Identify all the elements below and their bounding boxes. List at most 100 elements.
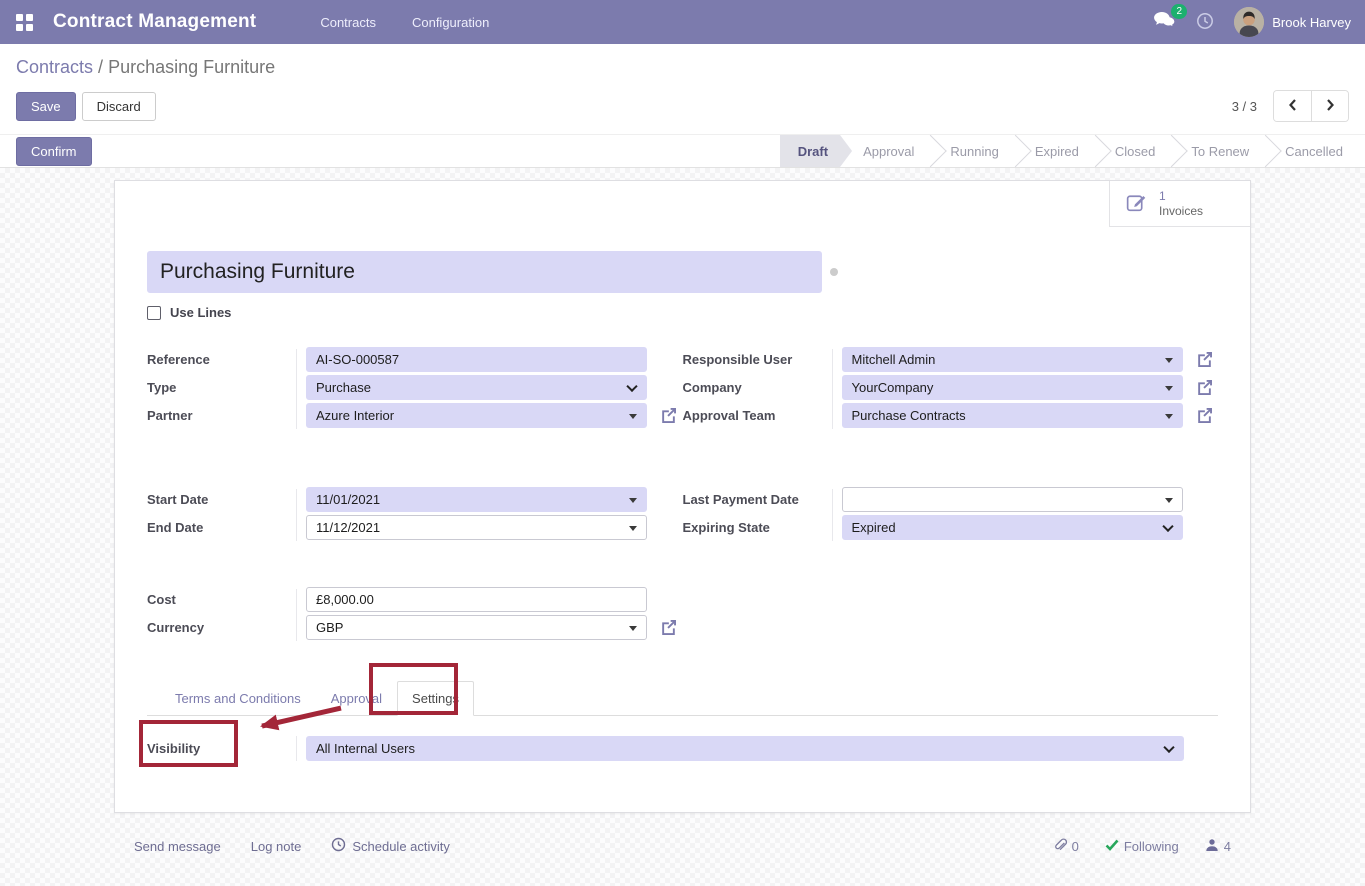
use-lines-label: Use Lines [170, 305, 231, 320]
invoice-count: 1 [1159, 189, 1203, 204]
start-date-field[interactable]: 11/01/2021 [306, 487, 647, 512]
pager-count: 3 / 3 [1232, 99, 1257, 114]
invoice-label: Invoices [1159, 204, 1203, 219]
dropdown-caret-icon [1165, 498, 1173, 503]
dropdown-caret-icon [1165, 414, 1173, 419]
expiring-state-select[interactable]: Expired [842, 515, 1183, 540]
stage-pipeline: Draft Approval Running Expired Closed To… [780, 135, 1365, 167]
top-navbar: Contract Management Contracts Configurat… [0, 0, 1365, 44]
currency-external-link-icon[interactable] [659, 618, 678, 637]
statusbar: Confirm Draft Approval Running Expired C… [0, 134, 1365, 168]
avatar [1234, 7, 1264, 37]
dropdown-caret-icon [1165, 358, 1173, 363]
confirm-button[interactable]: Confirm [16, 137, 92, 166]
user-name: Brook Harvey [1272, 15, 1351, 30]
use-lines-checkbox[interactable] [147, 306, 161, 320]
approval-team-external-link-icon[interactable] [1195, 406, 1214, 425]
partner-external-link-icon[interactable] [659, 406, 678, 425]
type-label: Type [147, 380, 296, 395]
log-note-button[interactable]: Log note [251, 839, 302, 854]
responsible-user-label: Responsible User [683, 352, 832, 367]
breadcrumb-separator: / [98, 57, 103, 77]
dropdown-caret-icon [629, 526, 637, 531]
tab-terms-and-conditions[interactable]: Terms and Conditions [160, 681, 316, 716]
responsible-user-external-link-icon[interactable] [1195, 350, 1214, 369]
chevron-down-icon [626, 380, 637, 391]
breadcrumb-parent[interactable]: Contracts [16, 57, 93, 77]
chevron-right-icon [1325, 98, 1336, 115]
activity-clock-icon [331, 837, 346, 855]
reference-input[interactable] [306, 347, 647, 372]
stage-separator-icon [1166, 135, 1180, 167]
stage-separator-icon [1090, 135, 1104, 167]
notebook-tabs: Terms and Conditions Approval Settings [147, 681, 1218, 716]
last-payment-date-label: Last Payment Date [683, 492, 832, 507]
apps-grid-icon[interactable] [16, 14, 33, 31]
currency-field[interactable]: GBP [306, 615, 647, 640]
chevron-left-icon [1287, 98, 1298, 115]
activities-button[interactable] [1196, 12, 1214, 33]
dropdown-caret-icon [629, 498, 637, 503]
currency-label: Currency [147, 620, 296, 635]
invoices-stat-button[interactable]: 1 Invoices [1109, 181, 1250, 227]
app-title[interactable]: Contract Management [53, 11, 256, 33]
reference-label: Reference [147, 352, 296, 367]
schedule-activity-button[interactable]: Schedule activity [331, 837, 450, 855]
edit-pencil-icon [1124, 190, 1149, 218]
discard-button[interactable]: Discard [82, 92, 156, 121]
dropdown-caret-icon [629, 626, 637, 631]
company-external-link-icon[interactable] [1195, 378, 1214, 397]
clock-icon [1196, 12, 1214, 33]
message-count-badge: 2 [1171, 4, 1187, 19]
pager-previous-button[interactable] [1274, 91, 1311, 121]
stage-separator-icon [1010, 135, 1024, 167]
chevron-down-icon [1162, 520, 1173, 531]
attachments-button[interactable]: 0 [1052, 837, 1079, 855]
partner-field[interactable]: Azure Interior [306, 403, 647, 428]
translate-indicator-dot [830, 268, 838, 276]
expiring-state-label: Expiring State [683, 520, 832, 535]
send-message-button[interactable]: Send message [134, 839, 221, 854]
tab-approval[interactable]: Approval [316, 681, 397, 716]
stage-cancelled[interactable]: Cancelled [1274, 135, 1365, 167]
type-select[interactable]: Purchase [306, 375, 647, 400]
main-menu: Contracts Configuration [320, 15, 489, 30]
stage-to-renew[interactable]: To Renew [1180, 135, 1260, 167]
tab-settings[interactable]: Settings [397, 681, 474, 716]
dropdown-caret-icon [1165, 386, 1173, 391]
stage-draft[interactable]: Draft [780, 135, 852, 167]
last-payment-date-field[interactable] [842, 487, 1183, 512]
user-menu[interactable]: Brook Harvey [1234, 7, 1351, 37]
save-button[interactable]: Save [16, 92, 76, 121]
cost-label: Cost [147, 592, 296, 607]
messages-button[interactable]: 2 [1153, 11, 1176, 33]
check-icon [1105, 839, 1119, 854]
form-sheet: 1 Invoices Use Lines Reference [114, 180, 1251, 813]
paperclip-icon [1052, 837, 1067, 855]
visibility-select[interactable]: All Internal Users [306, 736, 1184, 761]
partner-label: Partner [147, 408, 296, 423]
chatter: Send message Log note Schedule activity … [114, 813, 1251, 879]
stage-separator-icon [925, 135, 939, 167]
end-date-field[interactable]: 11/12/2021 [306, 515, 647, 540]
followers-button[interactable]: 4 [1205, 838, 1231, 855]
responsible-user-field[interactable]: Mitchell Admin [842, 347, 1183, 372]
approval-team-field[interactable]: Purchase Contracts [842, 403, 1183, 428]
person-icon [1205, 838, 1219, 855]
start-date-label: Start Date [147, 492, 296, 507]
attachment-count: 0 [1072, 839, 1079, 854]
following-button[interactable]: Following [1105, 839, 1179, 854]
dropdown-caret-icon [629, 414, 637, 419]
follower-count: 4 [1224, 839, 1231, 854]
company-field[interactable]: YourCompany [842, 375, 1183, 400]
company-label: Company [683, 380, 832, 395]
end-date-label: End Date [147, 520, 296, 535]
menu-contracts[interactable]: Contracts [320, 15, 376, 30]
cost-input[interactable] [306, 587, 647, 612]
pager-next-button[interactable] [1311, 91, 1348, 121]
stage-separator-icon [1260, 135, 1274, 167]
visibility-label: Visibility [147, 741, 296, 756]
contract-title-input[interactable] [147, 251, 822, 293]
chevron-down-icon [1163, 741, 1174, 752]
menu-configuration[interactable]: Configuration [412, 15, 489, 30]
